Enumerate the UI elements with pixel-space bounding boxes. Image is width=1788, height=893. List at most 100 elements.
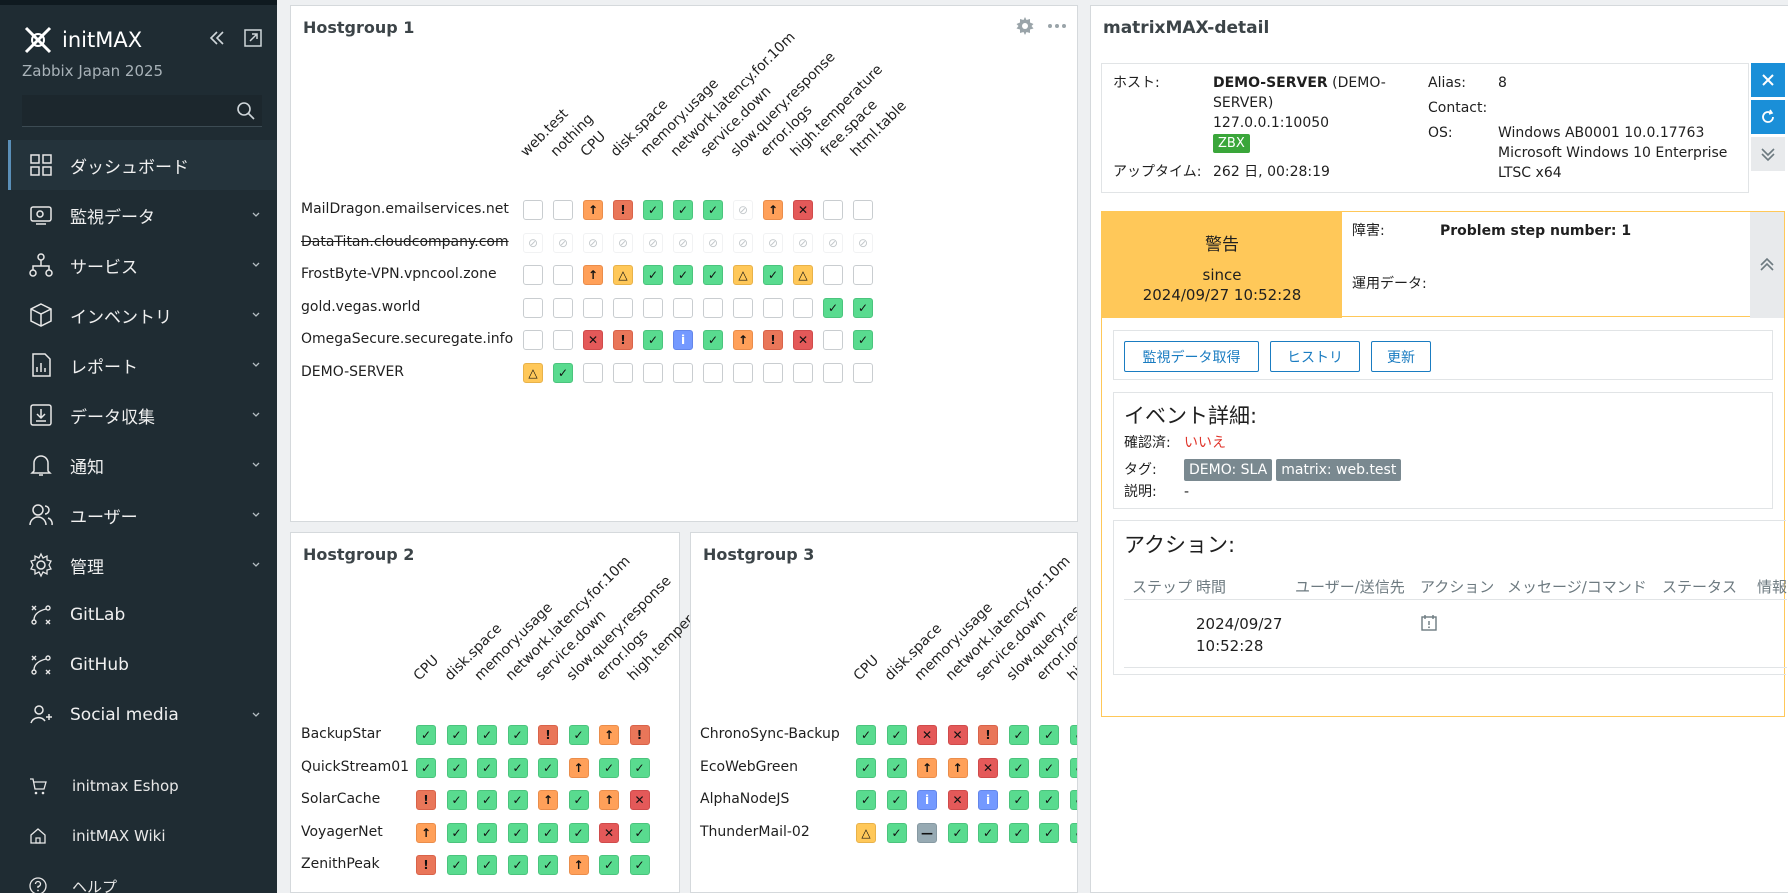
status-cell[interactable]: ✓ xyxy=(643,330,663,350)
status-cell[interactable]: ✓ xyxy=(507,855,528,875)
status-cell[interactable]: ⊘ xyxy=(733,232,753,253)
status-cell[interactable]: ✓ xyxy=(446,822,467,843)
status-cell[interactable]: ✓ xyxy=(643,200,663,220)
menu-item-dashboard[interactable]: ダッシュボード xyxy=(8,140,277,190)
menu-item-monitoring[interactable]: 監視データ xyxy=(8,190,277,240)
kiosk-mode-icon[interactable] xyxy=(242,27,264,49)
status-cell[interactable]: ✓ xyxy=(1039,790,1059,810)
menu-item-eshop[interactable]: initmax Eshop xyxy=(8,761,277,811)
history-button[interactable]: ヒストリ xyxy=(1270,341,1360,372)
status-cell[interactable]: ✓ xyxy=(703,200,723,220)
status-cell-empty[interactable] xyxy=(793,362,813,383)
status-cell[interactable]: ✓ xyxy=(553,362,573,383)
status-cell[interactable]: ↑ xyxy=(583,200,603,220)
status-cell[interactable]: ✓ xyxy=(568,725,589,745)
status-cell[interactable]: ! xyxy=(613,200,633,220)
status-cell[interactable]: ↑ xyxy=(568,757,589,778)
status-cell[interactable]: i xyxy=(917,790,937,810)
status-cell[interactable]: ✓ xyxy=(568,790,589,810)
status-cell-empty[interactable] xyxy=(523,265,543,285)
status-cell[interactable]: ✕ xyxy=(599,822,619,843)
host-name[interactable]: AlphaNodeJS xyxy=(700,791,789,807)
status-cell[interactable]: ⊘ xyxy=(583,232,603,253)
status-cell[interactable]: ✓ xyxy=(629,822,650,843)
status-cell[interactable]: ✓ xyxy=(673,265,693,285)
status-cell[interactable]: ✓ xyxy=(507,725,528,745)
status-cell[interactable]: ✓ xyxy=(477,757,497,778)
status-cell[interactable]: ✓ xyxy=(477,725,497,745)
status-cell-empty[interactable] xyxy=(823,362,843,383)
status-cell[interactable]: ✓ xyxy=(886,790,907,810)
status-cell-empty[interactable] xyxy=(853,200,873,220)
host-name[interactable]: ChronoSync-Backup xyxy=(700,726,840,742)
status-cell-empty[interactable] xyxy=(523,330,543,350)
host-name[interactable]: BackupStar xyxy=(301,726,381,742)
status-cell[interactable]: ✓ xyxy=(1039,822,1059,843)
status-cell[interactable]: ✓ xyxy=(1069,757,1077,778)
status-cell[interactable]: ✓ xyxy=(947,822,968,843)
status-cell[interactable]: ✓ xyxy=(886,822,907,843)
status-cell[interactable]: ↑ xyxy=(599,790,619,810)
status-cell[interactable]: ↑ xyxy=(538,790,558,810)
status-cell-empty[interactable] xyxy=(763,297,783,318)
host-name[interactable]: FrostByte-VPN.vpncool.zone xyxy=(301,266,497,282)
status-cell[interactable]: ✕ xyxy=(947,725,968,745)
status-cell[interactable]: ✓ xyxy=(886,757,907,778)
status-cell[interactable]: ✓ xyxy=(673,200,693,220)
status-cell[interactable]: ✓ xyxy=(643,265,663,285)
status-cell[interactable]: △ xyxy=(856,822,876,843)
status-cell-empty[interactable] xyxy=(643,362,663,383)
status-cell-empty[interactable] xyxy=(553,330,573,350)
logo[interactable]: initMAX xyxy=(22,23,142,57)
search-icon[interactable] xyxy=(236,101,256,121)
status-cell[interactable]: ✓ xyxy=(477,822,497,843)
status-cell[interactable]: ✓ xyxy=(1008,822,1029,843)
status-cell[interactable]: ✓ xyxy=(477,855,497,875)
host-name[interactable]: MailDragon.emailservices.net xyxy=(301,201,509,217)
status-cell[interactable]: ✓ xyxy=(446,790,467,810)
host-name[interactable]: QuickStream01 xyxy=(301,759,409,775)
status-cell-empty[interactable] xyxy=(673,297,693,318)
status-cell[interactable]: ✓ xyxy=(538,855,558,875)
status-cell[interactable]: ✓ xyxy=(823,297,843,318)
status-cell-empty[interactable] xyxy=(553,265,573,285)
status-cell[interactable]: ✓ xyxy=(538,822,558,843)
status-cell-empty[interactable] xyxy=(643,297,663,318)
menu-item-wiki[interactable]: initMAX Wiki xyxy=(8,811,277,861)
status-cell[interactable]: ✓ xyxy=(599,757,619,778)
status-cell[interactable]: ! xyxy=(538,725,558,745)
status-cell-empty[interactable] xyxy=(733,362,753,383)
host-name[interactable]: ZenithPeak xyxy=(301,856,380,872)
expand-button[interactable] xyxy=(1751,137,1785,171)
status-cell-empty[interactable] xyxy=(823,265,843,285)
status-cell[interactable]: ✓ xyxy=(629,757,650,778)
status-cell[interactable]: ✓ xyxy=(856,725,876,745)
status-cell[interactable]: ! xyxy=(629,725,650,745)
status-cell[interactable]: ↑ xyxy=(416,822,436,843)
host-name[interactable]: gold.vegas.world xyxy=(301,299,420,315)
menu-item-reports[interactable]: レポート xyxy=(8,340,277,390)
collapse-button[interactable] xyxy=(1750,212,1784,318)
status-cell[interactable]: ! xyxy=(763,330,783,350)
latest-data-button[interactable]: 監視データ取得 xyxy=(1124,341,1259,372)
menu-item-administration[interactable]: 管理 xyxy=(8,540,277,590)
status-cell[interactable]: ✓ xyxy=(599,855,619,875)
status-cell[interactable]: ✓ xyxy=(1039,725,1059,745)
status-cell[interactable]: ✓ xyxy=(856,757,876,778)
status-cell[interactable]: ↑ xyxy=(947,757,968,778)
menu-item-gitlab[interactable]: GitLab xyxy=(8,590,277,640)
status-cell[interactable]: ✓ xyxy=(763,265,783,285)
status-cell[interactable]: ✓ xyxy=(568,822,589,843)
status-cell-empty[interactable] xyxy=(553,200,573,220)
status-cell[interactable]: i xyxy=(673,330,693,350)
menu-item-social-media[interactable]: Social media xyxy=(8,690,277,740)
menu-item-users[interactable]: ユーザー xyxy=(8,490,277,540)
status-cell[interactable]: i xyxy=(978,790,998,810)
status-cell[interactable]: ⊘ xyxy=(823,232,843,253)
menu-item-services[interactable]: サービス xyxy=(8,240,277,290)
status-cell[interactable]: ✓ xyxy=(507,822,528,843)
status-cell[interactable]: ⊘ xyxy=(643,232,663,253)
status-cell[interactable]: ↑ xyxy=(583,265,603,285)
status-cell[interactable]: ✓ xyxy=(1008,725,1029,745)
status-cell[interactable]: ✕ xyxy=(917,725,937,745)
